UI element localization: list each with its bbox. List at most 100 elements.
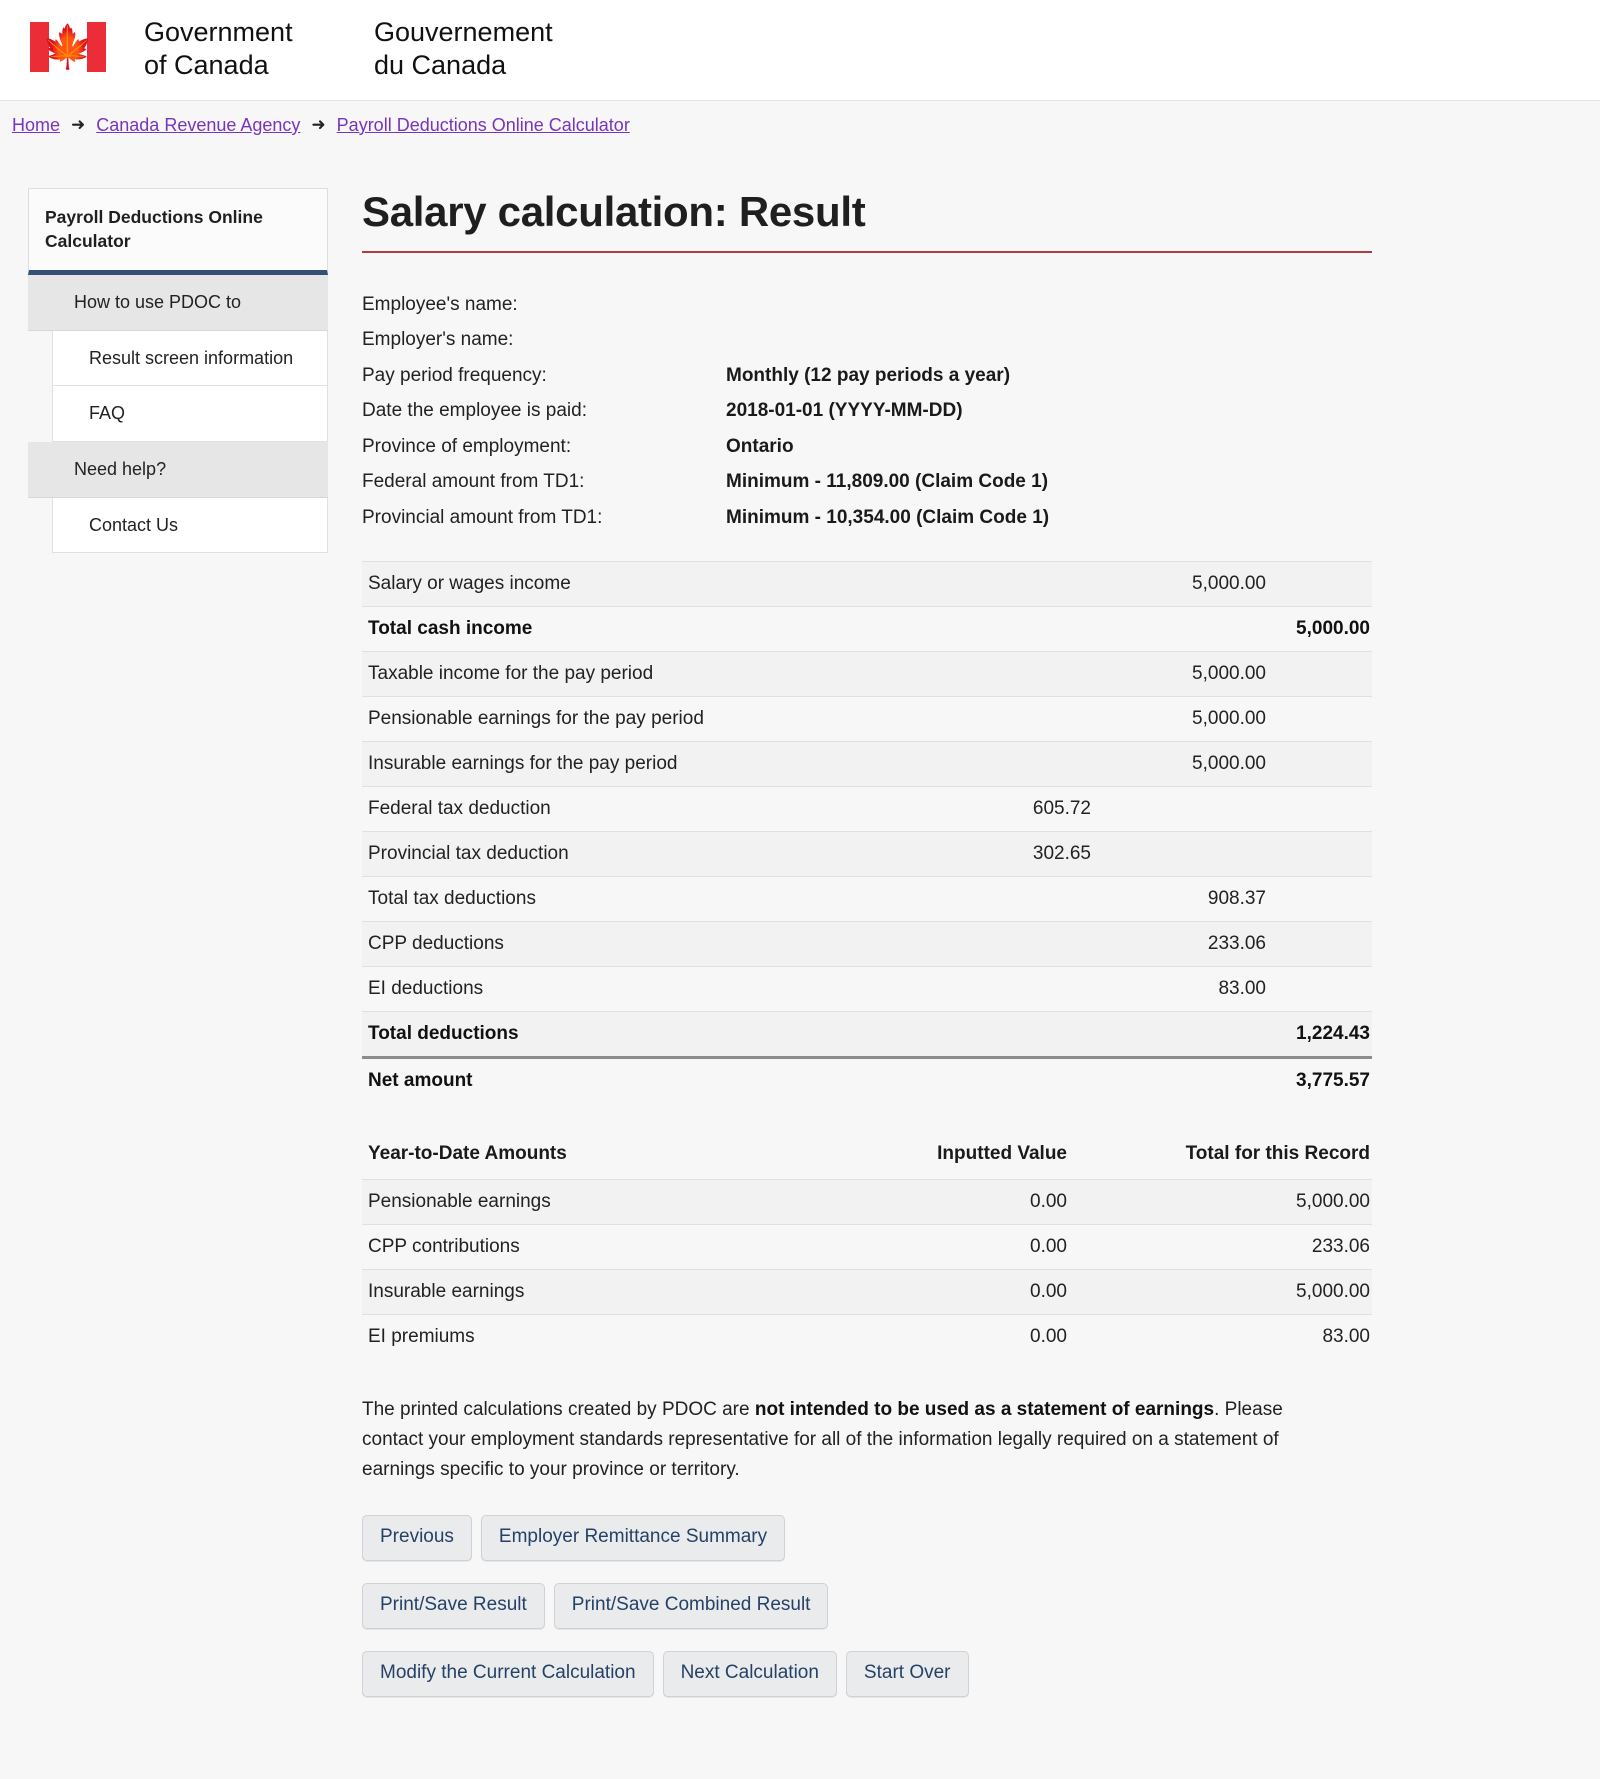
result-row-label: EI deductions [362, 965, 882, 1012]
result-row-label: Taxable income for the pay period [362, 650, 882, 697]
result-row-total: 3,775.57 [1272, 1055, 1372, 1103]
result-row-amount: 908.37 [1097, 875, 1272, 922]
modify-current-calculation-button[interactable]: Modify the Current Calculation [362, 1650, 654, 1697]
table-row: Total deductions 1,224.43 [362, 1010, 1372, 1058]
table-row: Salary or wages income 5,000.00 [362, 560, 1372, 607]
result-row-amount: 5,000.00 [1097, 560, 1272, 607]
result-table: Salary or wages income 5,000.00 Total cash… [362, 560, 1372, 1103]
wordmark-fr-line2: du Canada [374, 49, 507, 80]
parameter-row: Employer's name: [362, 322, 1372, 357]
button-row-actions: Modify the Current Calculation Next Calc… [362, 1650, 1372, 1697]
disclaimer-text: The printed calculations created by PDOC… [362, 1395, 1322, 1485]
result-row-subvalue [882, 740, 1097, 787]
result-row-label: Total cash income [362, 605, 882, 652]
result-row-label: CPP deductions [362, 920, 882, 967]
ytd-col-header-amounts: Year-to-Date Amounts [368, 1142, 567, 1164]
result-row-subvalue [882, 965, 1097, 1012]
result-row-subvalue [882, 875, 1097, 922]
parameter-label: Provincial amount from TD1: [362, 506, 603, 528]
sidebar-item-faq[interactable]: FAQ [53, 386, 327, 440]
ytd-col-header-inputted-value: Inputted Value [937, 1142, 1067, 1164]
calculation-parameters: Employee's name: Employer's name: Pay peri… [362, 287, 1372, 535]
ytd-table-body: Pensionable earnings 0.00 5,000.00 CPP cont… [362, 1178, 1372, 1359]
sidebar-title: Payroll Deductions Online Calculator [28, 187, 328, 276]
table-row: Pensionable earnings for the pay period 5… [362, 695, 1372, 742]
table-row: Provincial tax deduction 302.65 [362, 830, 1372, 877]
breadcrumb-item-cra[interactable]: Canada Revenue Agency [96, 115, 300, 136]
ytd-row-label: CPP contributions [362, 1223, 837, 1270]
result-row-subvalue [882, 1010, 1097, 1058]
breadcrumb-item-pdoc[interactable]: Payroll Deductions Online Calculator [337, 115, 630, 136]
table-row: CPP deductions 233.06 [362, 920, 1372, 967]
parameter-value: Minimum - 10,354.00 (Claim Code 1) [726, 506, 1050, 528]
button-row-navigation: Previous Employer Remittance Summary [362, 1514, 1372, 1561]
sidebar-section-how-to-use[interactable]: How to use PDOC to [28, 275, 328, 332]
title-divider [362, 250, 1372, 253]
result-row-label: Net amount [362, 1055, 882, 1103]
table-row: Insurable earnings 0.00 5,000.00 [362, 1268, 1372, 1315]
page-body: Payroll Deductions Online Calculator How… [0, 150, 1600, 1727]
result-row-amount [1097, 605, 1272, 652]
result-row-label: Provincial tax deduction [362, 830, 882, 877]
maple-leaf-icon: 🍁 [41, 23, 95, 70]
sidebar-item-contact-us[interactable]: Contact Us [53, 498, 327, 552]
result-row-amount [1097, 1010, 1272, 1058]
next-calculation-button[interactable]: Next Calculation [662, 1650, 837, 1697]
sidebar-section-need-help[interactable]: Need help? [28, 441, 328, 498]
parameter-value: 2018-01-01 (YYYY-MM-DD) [726, 400, 963, 422]
result-row-total [1272, 875, 1372, 922]
result-row-subvalue [882, 605, 1097, 652]
parameter-label: Employer's name: [362, 329, 514, 351]
ytd-header-row: Year-to-Date Amounts Inputted Value Tota… [362, 1137, 1372, 1180]
sidebar-item-result-screen-information[interactable]: Result screen information [53, 331, 327, 385]
ytd-row-inputted: 0.00 [837, 1223, 1107, 1270]
disclaimer-part1: The printed calculations created by PDOC… [362, 1398, 755, 1420]
previous-button[interactable]: Previous [362, 1514, 472, 1561]
ytd-col-header-total-for-record: Total for this Record [1185, 1142, 1370, 1164]
result-row-total [1272, 560, 1372, 607]
result-row-total [1272, 785, 1372, 832]
ytd-row-total: 83.00 [1107, 1313, 1372, 1359]
employer-remittance-summary-button[interactable]: Employer Remittance Summary [480, 1514, 786, 1561]
parameter-row: Federal amount from TD1: Minimum - 11,809… [362, 464, 1372, 499]
parameter-label: Pay period frequency: [362, 364, 547, 386]
disclaimer-bold: not intended to be used as a statement o… [754, 1398, 1215, 1420]
parameter-value: Minimum - 11,809.00 (Claim Code 1) [726, 471, 1049, 493]
table-row: Net amount 3,775.57 [362, 1055, 1372, 1103]
list-item: FAQ [52, 386, 328, 442]
result-row-amount: 5,000.00 [1097, 650, 1272, 697]
result-row-total: 5,000.00 [1272, 605, 1372, 652]
table-row: Total tax deductions 908.37 [362, 875, 1372, 922]
bottom-spacer [362, 1697, 1372, 1727]
print-save-result-button[interactable]: Print/Save Result [362, 1582, 545, 1629]
table-row: EI premiums 0.00 83.00 [362, 1313, 1372, 1359]
result-row-amount [1097, 785, 1272, 832]
table-row: Federal tax deduction 605.72 [362, 785, 1372, 832]
result-row-total [1272, 965, 1372, 1012]
result-row-total [1272, 740, 1372, 787]
ytd-table: Year-to-Date Amounts Inputted Value Tota… [362, 1137, 1372, 1359]
parameter-value: Monthly (12 pay periods a year) [726, 364, 1011, 386]
result-table-body: Salary or wages income 5,000.00 Total cash… [362, 560, 1372, 1103]
result-row-amount [1097, 830, 1272, 877]
parameter-value: Ontario [726, 435, 794, 457]
wordmark-english: Government of Canada [144, 16, 374, 82]
result-row-label: Pensionable earnings for the pay period [362, 695, 882, 742]
ytd-row-inputted: 0.00 [837, 1313, 1107, 1359]
table-row: EI deductions 83.00 [362, 965, 1372, 1012]
result-row-subvalue [882, 920, 1097, 967]
breadcrumb-item-home[interactable]: Home [12, 115, 60, 136]
breadcrumb-bar: Home ➜ Canada Revenue Agency ➜ Payroll D… [0, 99, 1600, 150]
parameter-label: Federal amount from TD1: [362, 471, 585, 493]
print-save-combined-result-button[interactable]: Print/Save Combined Result [553, 1582, 829, 1629]
table-row: Pensionable earnings 0.00 5,000.00 [362, 1178, 1372, 1225]
result-row-total [1272, 920, 1372, 967]
result-row-label: Insurable earnings for the pay period [362, 740, 882, 787]
result-row-label: Salary or wages income [362, 560, 882, 607]
parameter-row: Employee's name: [362, 287, 1372, 322]
parameter-label: Employee's name: [362, 293, 518, 315]
main-content: Salary calculation: Result Employee's na… [362, 188, 1372, 1727]
start-over-button[interactable]: Start Over [845, 1650, 969, 1697]
parameter-row: Date the employee is paid: 2018-01-01 (YY… [362, 393, 1372, 428]
parameter-label: Date the employee is paid: [362, 400, 587, 422]
